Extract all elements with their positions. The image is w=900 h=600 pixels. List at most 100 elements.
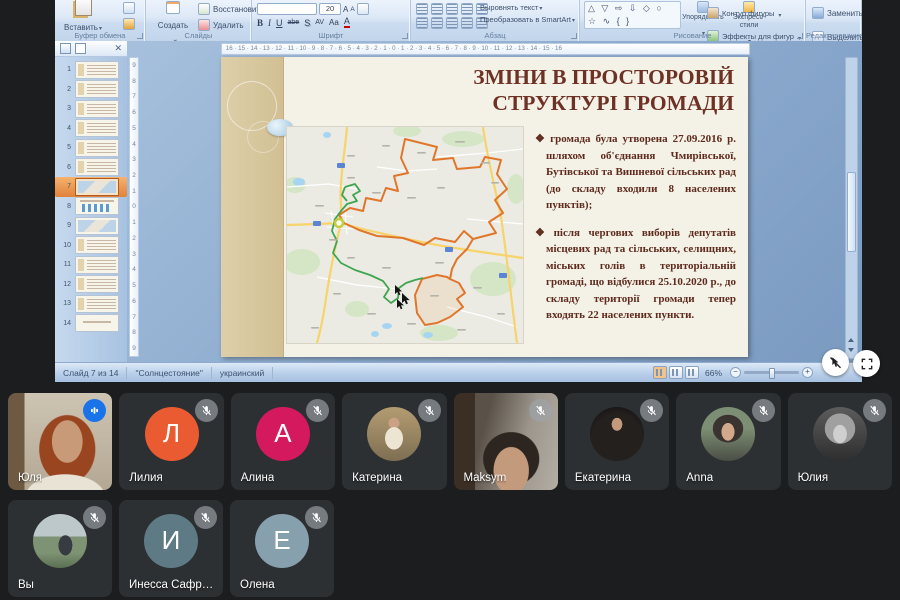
zoom-in-button[interactable]: + [802,367,813,378]
participant-name: Катерина [352,472,402,484]
participant-tile[interactable]: Юлия [788,393,892,490]
participant-tile[interactable]: Юля [8,393,112,490]
font-format-button[interactable]: AV [315,19,324,26]
font-format-button[interactable]: A [344,17,350,28]
participant-tile[interactable]: А [231,393,335,490]
font-name-select[interactable] [257,3,317,15]
font-format-button[interactable]: B [257,18,263,28]
clear-formatting-icon[interactable] [357,3,369,15]
scrollbar-thumb[interactable] [847,172,856,252]
dialog-launcher-icon[interactable] [137,33,143,39]
numbering-icon[interactable] [431,3,443,15]
shrink-font-icon[interactable]: A [350,6,354,13]
smartart-button[interactable]: Преобразовать в SmartArt [480,15,575,24]
slide-thumbnail[interactable]: 12 [55,275,127,295]
participants-row-2: Вы И [8,500,892,597]
replace-button[interactable]: Заменить [812,4,862,22]
zoom-slider-thumb[interactable] [769,368,775,379]
participant-name: Anna [686,472,713,484]
close-panel-icon[interactable]: ✕ [114,44,122,53]
mic-muted-icon [306,399,329,422]
slide-thumbnail[interactable]: 8 [55,197,127,217]
slide-thumbnail[interactable]: 7 [55,177,127,197]
font-format-button[interactable]: U [276,18,283,28]
screenshare-powerpoint: Вставить Буфер обмена Создать слайд [55,0,862,382]
slide-thumbnail[interactable]: 6 [55,158,127,178]
slide-thumbnail[interactable]: 5 [55,138,127,158]
font-format-button[interactable]: S [304,18,310,28]
fullscreen-button[interactable] [853,350,880,377]
slide-thumbnail[interactable]: 2 [55,80,127,100]
bullets-icon[interactable] [416,3,428,15]
format-painter-icon[interactable] [123,18,135,30]
font-format-button[interactable]: I [268,18,271,28]
pointer-disabled-button[interactable] [822,349,849,376]
slide-theme-band [221,57,284,357]
slide-thumbnail[interactable]: 1 [55,60,127,80]
normal-view-icon[interactable] [653,366,667,379]
dialog-launcher-icon[interactable] [571,33,577,39]
align-left-icon[interactable] [416,17,428,29]
participant-tile[interactable]: Anna [676,393,780,490]
ruler-tick: 3 [132,251,136,258]
participant-tile[interactable]: Л [119,393,223,490]
zoom-out-button[interactable]: − [730,367,741,378]
mic-muted-icon [863,399,886,422]
slide-thumbnail[interactable]: 13 [55,294,127,314]
vertical-scrollbar[interactable] [845,57,858,359]
language-indicator[interactable]: украинский [212,367,273,379]
avatar [367,407,421,461]
mic-muted-icon [83,506,106,529]
slide-number: 10 [62,242,71,249]
zoom-slider[interactable] [744,371,799,374]
participant-tile[interactable]: Вы [8,500,112,597]
grow-font-icon[interactable]: A [343,5,348,14]
outline-tab-icon[interactable] [75,43,86,54]
thumbnail-list: 1 2 3 4 [55,58,127,363]
slide-title: ЗМІНИ В ПРОСТОРОВІЙ СТРУКТУРІ ГРОМАДИ [306,64,734,116]
align-text-button[interactable]: Выровнять текст [480,3,575,12]
slide-thumbnail[interactable]: 11 [55,255,127,275]
avatar: Е [255,514,309,568]
bullet-item: ❖після чергових виборів депутатів місцев… [535,225,736,324]
participant-tile[interactable]: Maksym [454,393,558,490]
font-format-button[interactable]: abe [288,19,300,26]
slide-thumbnail[interactable]: 9 [55,216,127,236]
previous-slide-icon[interactable] [848,338,854,342]
slide-sorter-view-icon[interactable] [669,366,683,379]
participant-tile[interactable]: Катерина [342,393,446,490]
slide-thumbnail[interactable]: 14 [55,314,127,334]
participant-tile[interactable]: Екатерина [565,393,669,490]
slides-tab-icon[interactable] [60,43,71,54]
shapes-gallery[interactable]: △ ▽ ⇨ ⇩ ◇ ○ ☆ ∿ { } [584,1,681,29]
slide-7[interactable]: ЗМІНИ В ПРОСТОРОВІЙ СТРУКТУРІ ГРОМАДИ [221,57,748,357]
slide-thumbnail[interactable]: 4 [55,119,127,139]
align-center-icon[interactable] [431,17,443,29]
participant-tile[interactable]: И [119,500,223,597]
dialog-launcher-icon[interactable] [402,33,408,39]
increase-indent-icon[interactable] [461,3,473,15]
slide-thumbnail[interactable]: 10 [55,236,127,256]
ruler-tick: 1 [132,219,136,226]
participant-tile[interactable]: Е [230,500,334,597]
shape-outline-icon [707,7,719,19]
font-size-select[interactable]: 20 [319,3,341,15]
ruler-tick: 3 [132,156,136,163]
slide-thumbnail[interactable]: 3 [55,99,127,119]
slide-number: 13 [62,300,71,307]
justify-icon[interactable] [461,17,473,29]
font-format-button[interactable]: Aa [329,18,339,27]
slideshow-view-icon[interactable] [685,366,699,379]
align-right-icon[interactable] [446,17,458,29]
ribbon-group-clipboard: Вставить Буфер обмена [55,0,146,41]
copy-icon[interactable] [123,2,135,14]
dialog-launcher-icon[interactable] [797,33,803,39]
participant-name: Вы [18,579,34,591]
shape-outline-button[interactable]: Контур фигуры [707,4,801,22]
slide-number: 6 [62,164,71,171]
ribbon-group-font: 20 A A BIUabeSAVAaA Шрифт [252,0,411,41]
participant-name: Юля [18,472,42,484]
paste-button[interactable]: Вставить [63,0,103,35]
decrease-indent-icon[interactable] [446,3,458,15]
next-slide-icon[interactable] [848,348,854,352]
